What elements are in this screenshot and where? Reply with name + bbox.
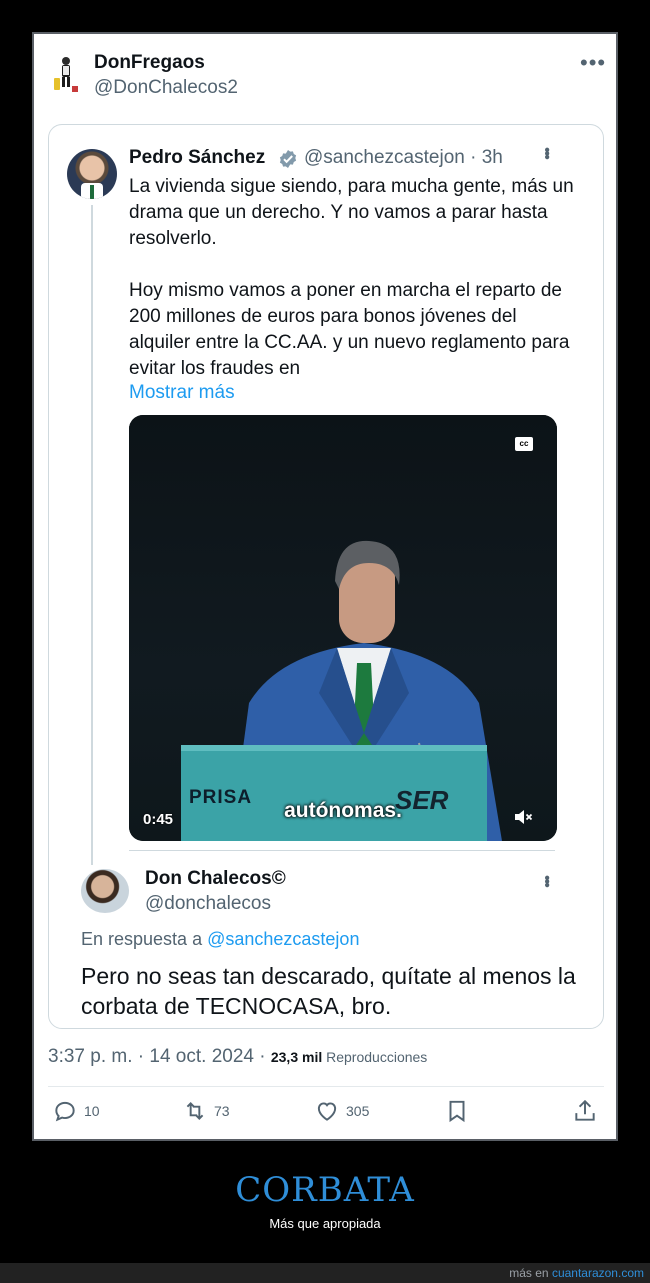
repost-count: 73 bbox=[214, 1103, 230, 1119]
thread-separator bbox=[129, 850, 555, 851]
reply-author-avatar[interactable] bbox=[81, 869, 129, 913]
quoted-thread[interactable]: Pedro Sánchez @sanchezcastejon · 3h ••• … bbox=[48, 124, 604, 1029]
reply-count: 10 bbox=[84, 1103, 100, 1119]
reply-target-link[interactable]: @sanchezcastejon bbox=[207, 929, 359, 949]
verified-badge-icon bbox=[279, 150, 297, 168]
quoted-tweet-text: La vivienda sigue siendo, para mucha gen… bbox=[129, 174, 579, 382]
quoted-paragraph-1: La vivienda sigue siendo, para mucha gen… bbox=[129, 176, 574, 249]
tweet-timestamp[interactable]: 3:37 p. m. · 14 oct. 2024 bbox=[48, 1046, 254, 1067]
reply-prefix: En respuesta a bbox=[81, 929, 208, 949]
repost-icon bbox=[186, 1102, 204, 1120]
author-name[interactable]: DonFregaos bbox=[94, 52, 205, 74]
reply-text: Pero no seas tan descarado, quítate al m… bbox=[81, 963, 576, 1019]
reply-more-icon[interactable]: ••• bbox=[537, 875, 555, 886]
share-button[interactable] bbox=[572, 1096, 598, 1126]
actions-divider bbox=[48, 1086, 604, 1087]
repost-button[interactable]: 73 bbox=[182, 1096, 230, 1126]
meta-separator: · bbox=[253, 1046, 271, 1067]
reply-button[interactable]: 10 bbox=[52, 1096, 100, 1126]
tweet-metadata: 3:37 p. m. · 14 oct. 2024 · 23,3 mil Rep… bbox=[48, 1046, 427, 1068]
show-more-link[interactable]: Mostrar más bbox=[129, 382, 235, 404]
video-player[interactable]: cc PRISA SER autónomas. 0:45 bbox=[129, 415, 557, 841]
video-subtitle: autónomas. bbox=[284, 799, 402, 822]
reply-icon bbox=[55, 1101, 75, 1122]
footer-credit: más en cuantarazon.com bbox=[509, 1266, 644, 1280]
caption-title: CORBATA bbox=[235, 1170, 415, 1210]
video-duration: 0:45 bbox=[143, 811, 174, 828]
quoted-more-icon[interactable]: ••• bbox=[537, 147, 555, 158]
footer-site-link[interactable]: cuantarazon.com bbox=[552, 1266, 644, 1280]
heart-icon bbox=[317, 1102, 337, 1121]
views-count: 23,3 mil bbox=[270, 1049, 323, 1065]
more-options-icon[interactable]: ••• bbox=[580, 50, 606, 76]
caption-subtitle: Más que apropiada bbox=[269, 1216, 381, 1231]
bookmark-icon bbox=[449, 1100, 465, 1123]
tweet-card: DonFregaos @DonChalecos2 ••• Pedro Sánch… bbox=[36, 36, 614, 1137]
reply-author-name[interactable]: Don Chalecos© bbox=[145, 868, 286, 890]
muted-speaker-icon[interactable] bbox=[513, 808, 533, 826]
share-icon bbox=[575, 1099, 595, 1121]
like-count: 305 bbox=[346, 1103, 370, 1119]
views-label: Reproducciones bbox=[322, 1049, 428, 1065]
reply-author-handle[interactable]: @donchalecos bbox=[145, 893, 271, 915]
quoted-author-avatar[interactable] bbox=[67, 149, 117, 199]
screenshot-frame: DonFregaos @DonChalecos2 ••• Pedro Sánch… bbox=[32, 32, 618, 1141]
reply-context: En respuesta a @sanchezcastejon bbox=[81, 929, 359, 950]
author-avatar[interactable] bbox=[50, 52, 82, 96]
action-bar: 10 73 305 bbox=[36, 1096, 614, 1128]
bookmark-button[interactable] bbox=[444, 1096, 470, 1126]
quoted-author-handle[interactable]: @sanchezcastejon · 3h bbox=[304, 147, 503, 169]
footer-prefix: más en bbox=[509, 1266, 552, 1280]
thread-connector-line bbox=[91, 205, 93, 865]
author-handle[interactable]: @DonChalecos2 bbox=[94, 77, 238, 99]
quoted-paragraph-2: Hoy mismo vamos a poner en marcha el rep… bbox=[129, 280, 570, 379]
quoted-author-name[interactable]: Pedro Sánchez bbox=[129, 147, 265, 169]
like-button[interactable]: 305 bbox=[314, 1096, 369, 1126]
closed-captions-icon[interactable]: cc bbox=[515, 437, 533, 451]
